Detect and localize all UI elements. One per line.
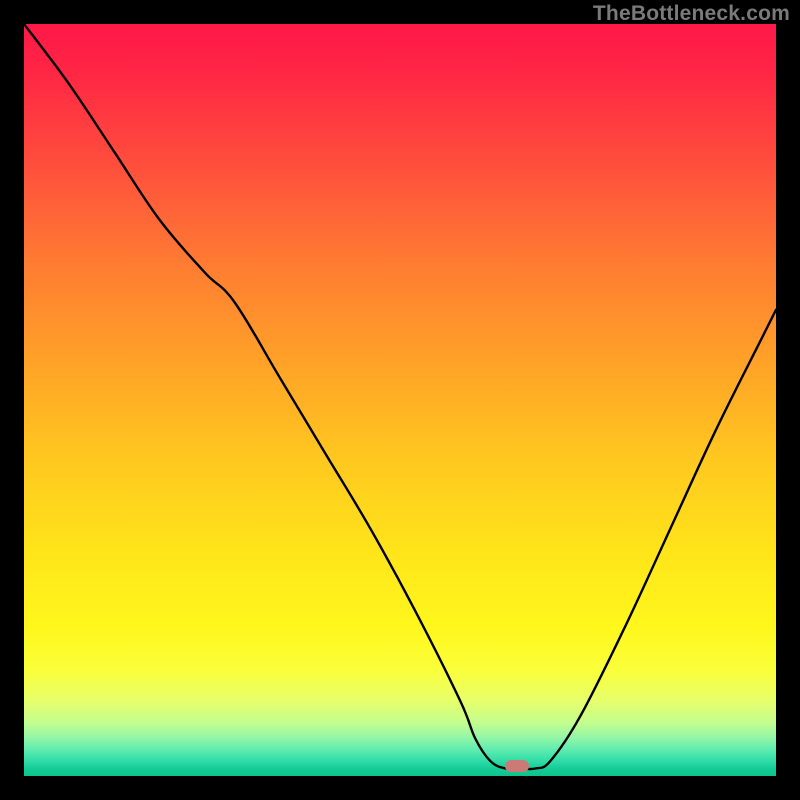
optimal-point-marker (505, 760, 529, 772)
bottleneck-curve (24, 24, 776, 776)
plot-area (24, 24, 776, 776)
chart-frame: TheBottleneck.com (0, 0, 800, 800)
watermark-text: TheBottleneck.com (593, 2, 790, 26)
